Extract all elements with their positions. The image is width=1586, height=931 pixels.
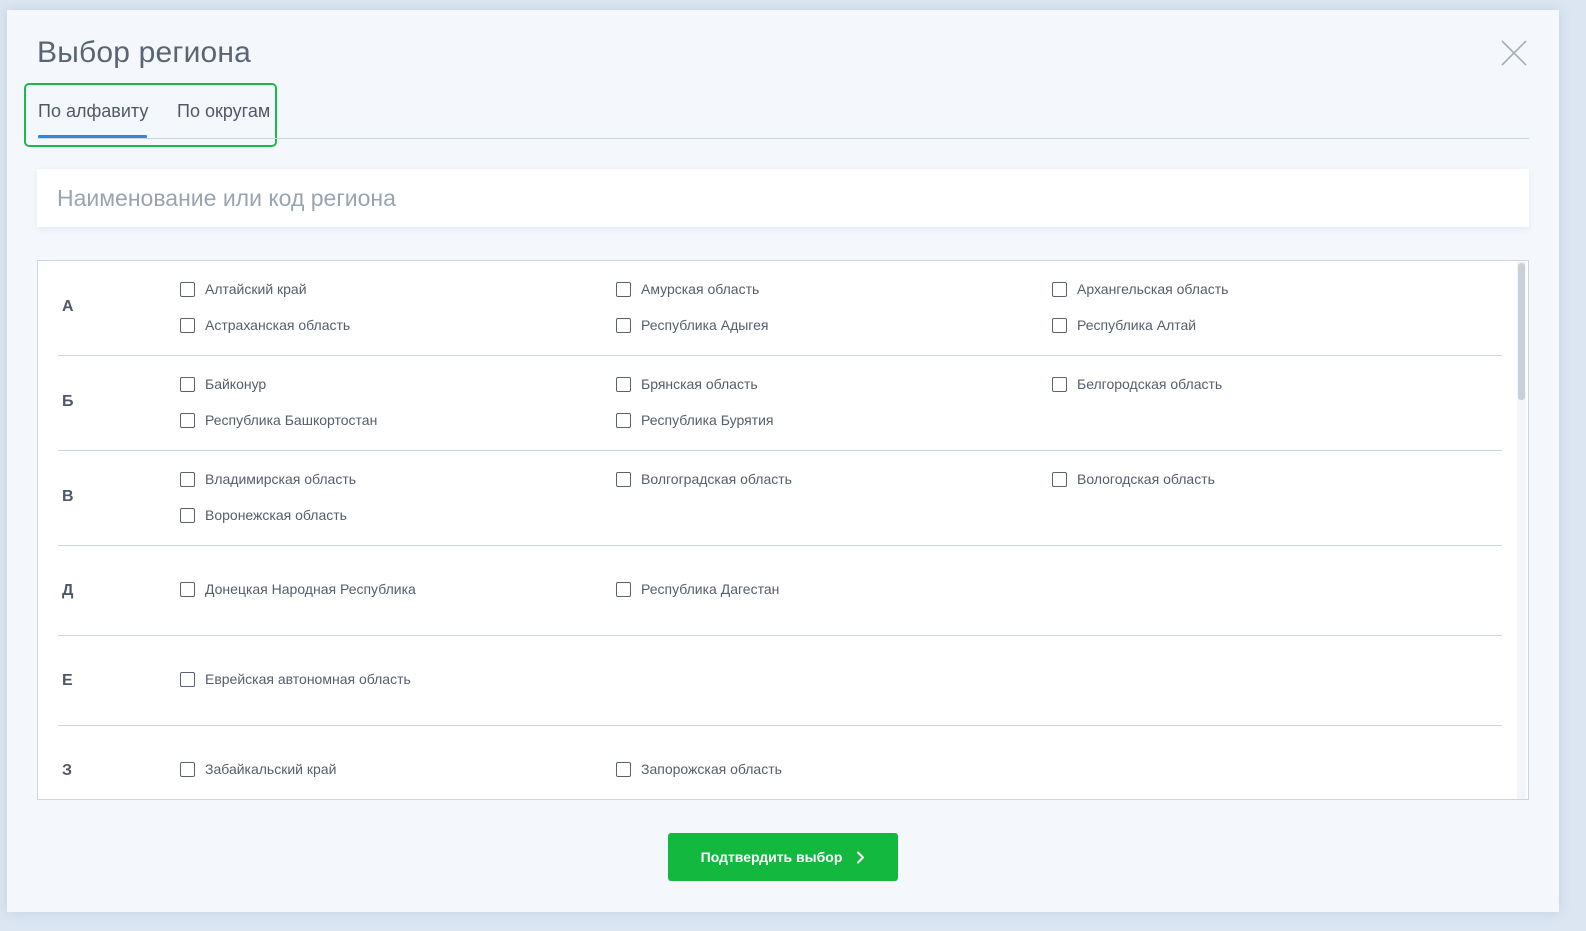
region-item[interactable]: Амурская область — [616, 281, 759, 297]
tab-alphabetical[interactable]: По алфавиту — [38, 101, 148, 122]
region-checkbox[interactable] — [1052, 317, 1067, 333]
region-checkbox[interactable] — [180, 471, 195, 487]
region-checkbox[interactable] — [1052, 471, 1067, 487]
region-label: Владимирская область — [205, 471, 357, 487]
region-checkbox[interactable] — [1052, 281, 1067, 297]
close-button[interactable] — [1499, 38, 1529, 68]
search-box — [37, 169, 1529, 227]
letter-group-e: Е Еврейская автономная область — [58, 636, 1502, 726]
region-item[interactable]: Брянская область — [616, 376, 758, 392]
region-checkbox[interactable] — [180, 581, 195, 597]
confirm-button-label: Подтвердить выбор — [700, 849, 843, 865]
region-label: Республика Бурятия — [641, 412, 774, 428]
region-item[interactable]: Архангельская область — [1052, 281, 1228, 297]
region-checkbox[interactable] — [616, 281, 631, 297]
region-item[interactable]: Донецкая Народная Республика — [180, 581, 416, 597]
region-item[interactable]: Вологодская область — [1052, 471, 1215, 487]
region-label: Воронежская область — [205, 507, 347, 523]
letter-group-a: А Алтайский край Амурская область Арханг… — [58, 261, 1502, 356]
region-checkbox[interactable] — [180, 376, 195, 392]
letter-group-v: В Владимирская область Волгоградская обл… — [58, 451, 1502, 546]
modal-title: Выбор региона — [37, 36, 252, 69]
tab-districts[interactable]: По округам — [177, 101, 270, 122]
chevron-right-icon — [856, 851, 865, 864]
region-label: Астраханская область — [205, 317, 351, 333]
confirm-selection-button[interactable]: Подтвердить выбор — [668, 833, 898, 881]
region-label: Республика Башкортостан — [205, 412, 378, 428]
group-letter: З — [62, 762, 73, 779]
region-label: Байконур — [205, 376, 267, 392]
region-item[interactable]: Волгоградская область — [616, 471, 792, 487]
region-item[interactable]: Байконур — [180, 376, 266, 392]
region-checkbox[interactable] — [180, 317, 195, 333]
region-label: Брянская область — [641, 376, 758, 392]
letter-group-d: Д Донецкая Народная Республика Республик… — [58, 546, 1502, 636]
region-item[interactable]: Республика Алтай — [1052, 317, 1196, 333]
region-item[interactable]: Воронежская область — [180, 507, 347, 523]
region-label: Волгоградская область — [641, 471, 792, 487]
close-icon — [1501, 40, 1527, 66]
region-item[interactable]: Республика Башкортостан — [180, 412, 377, 428]
region-checkbox[interactable] — [180, 507, 195, 523]
region-checkbox[interactable] — [180, 761, 195, 777]
region-item[interactable]: Еврейская автономная область — [180, 671, 411, 687]
region-item[interactable]: Алтайский край — [180, 281, 307, 297]
region-item[interactable]: Забайкальский край — [180, 761, 336, 777]
region-label: Вологодская область — [1077, 471, 1215, 487]
region-checkbox[interactable] — [616, 412, 631, 428]
region-item[interactable]: Республика Дагестан — [616, 581, 779, 597]
region-checkbox[interactable] — [180, 281, 195, 297]
region-label: Забайкальский край — [205, 761, 337, 777]
region-checkbox[interactable] — [616, 376, 631, 392]
region-label: Республика Адыгея — [641, 317, 769, 333]
region-label: Алтайский край — [205, 281, 307, 297]
letter-group-z: З Забайкальский край Запорожская область — [58, 726, 1502, 799]
region-item[interactable]: Владимирская область — [180, 471, 356, 487]
region-list: А Алтайский край Амурская область Арханг… — [37, 260, 1529, 800]
region-label: Республика Дагестан — [641, 581, 780, 597]
region-item[interactable]: Белгородская область — [1052, 376, 1222, 392]
region-checkbox[interactable] — [1052, 376, 1067, 392]
region-select-modal: Выбор региона По алфавиту По округам А А… — [7, 10, 1559, 912]
region-label: Донецкая Народная Республика — [205, 581, 416, 597]
group-letter: В — [62, 488, 74, 505]
scrollbar-thumb[interactable] — [1518, 263, 1525, 400]
region-item[interactable]: Республика Адыгея — [616, 317, 768, 333]
region-checkbox[interactable] — [616, 761, 631, 777]
region-checkbox[interactable] — [616, 581, 631, 597]
group-letter: Д — [62, 582, 74, 599]
region-checkbox[interactable] — [616, 471, 631, 487]
region-label: Еврейская автономная область — [205, 671, 411, 687]
group-letter: Б — [62, 393, 74, 410]
region-checkbox[interactable] — [180, 671, 195, 687]
region-search-input[interactable] — [37, 169, 1529, 227]
region-label: Республика Алтай — [1077, 317, 1197, 333]
letter-group-b: Б Байконур Брянская область Белгородская… — [58, 356, 1502, 451]
group-letter: А — [62, 298, 74, 315]
region-item[interactable]: Запорожская область — [616, 761, 782, 777]
region-label: Архангельская область — [1077, 281, 1229, 297]
region-label: Белгородская область — [1077, 376, 1223, 392]
group-letter: Е — [62, 672, 73, 689]
region-label: Запорожская область — [641, 761, 782, 777]
region-label: Амурская область — [641, 281, 760, 297]
region-checkbox[interactable] — [180, 412, 195, 428]
tabs-divider — [37, 138, 1529, 139]
region-checkbox[interactable] — [616, 317, 631, 333]
region-item[interactable]: Республика Бурятия — [616, 412, 773, 428]
region-item[interactable]: Астраханская область — [180, 317, 350, 333]
